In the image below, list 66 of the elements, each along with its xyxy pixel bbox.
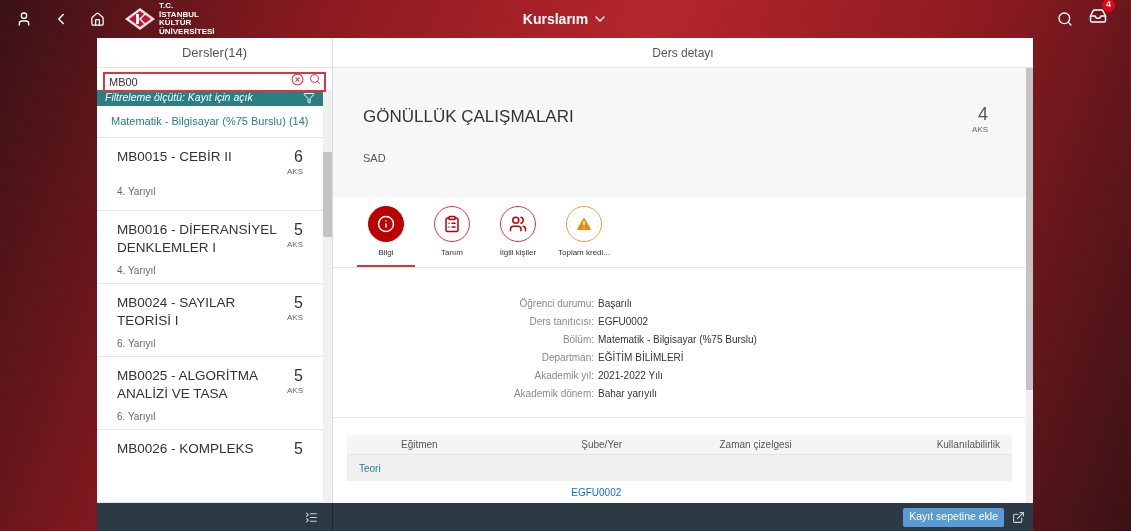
field-label: Bölüm:	[561, 333, 595, 347]
course-title: MB0016 - DİFERANSİYEL DENKLEMLER I	[117, 221, 278, 257]
column-header: Eğitmen	[400, 438, 439, 452]
field-value: EGFU0002	[598, 315, 649, 329]
semester-text: 6. Yarıyıl	[117, 337, 157, 351]
info-icon	[368, 206, 404, 242]
course-subtitle: SAD	[363, 150, 387, 166]
course-title: MB0024 - SAYILAR TEORİSİ I	[117, 294, 237, 330]
semester-text: 4. Yarıyıl	[117, 185, 157, 199]
credit-value: 5	[294, 367, 303, 385]
title-menu[interactable]: Kurslarım	[522, 9, 609, 29]
panel-title: Dersler(14)	[182, 43, 247, 62]
notifications-icon[interactable]	[1089, 6, 1107, 25]
field-label: Departman:	[540, 351, 595, 365]
credit-unit: AKS	[287, 166, 303, 178]
field-label: Akademik yıl:	[533, 369, 595, 383]
group-row-text: Teori	[359, 461, 381, 476]
panel-title: Ders detayı	[652, 44, 714, 62]
search-field[interactable]: MB00	[103, 72, 326, 92]
field-label: Akademik dönem:	[512, 387, 595, 401]
column-header: Kullanılabilirlik	[935, 438, 1001, 452]
logo-icon	[125, 8, 155, 30]
credit-unit: AKS	[287, 239, 303, 251]
logo-text: ÜNİVERSİTESİ	[159, 27, 215, 36]
column-header: Şube/Yer	[580, 438, 624, 452]
filter-icon[interactable]	[303, 91, 315, 104]
credit-value: 4	[978, 104, 988, 124]
home-icon[interactable]	[90, 11, 105, 27]
logo-text: T.C.	[159, 2, 175, 11]
search-icon[interactable]	[309, 73, 321, 85]
semester-text: 4. Yarıyıl	[117, 264, 157, 278]
filter-text: Filtreleme ölçütü: Kayıt için açık	[105, 90, 253, 105]
course-title: MB0026 - KOMPLEKS	[117, 440, 255, 458]
credit-unit: AKS	[972, 124, 988, 136]
field-value: Başarılı	[598, 297, 632, 311]
icon-tab[interactable]: Toplam kredi...	[555, 206, 613, 267]
credit-value: 5	[294, 294, 303, 312]
column-header: Zaman çizelgesi	[718, 438, 793, 452]
field-value: EĞİTİM BİLİMLERİ	[598, 350, 684, 365]
share-icon[interactable]	[1012, 510, 1025, 524]
course-title: MB0015 - CEBİR II	[117, 148, 233, 166]
field-value: Bahar yarıyılı	[598, 387, 657, 401]
credit-unit: AKS	[287, 312, 303, 324]
field-value: 2021-2022 Yılı	[598, 369, 663, 383]
course-title: MB0025 - ALGORİTMA ANALİZİ VE TASA	[117, 367, 259, 403]
field-label: Öğrenci durumu:	[518, 297, 595, 311]
field-value: Matematik - Bilgisayar (%75 Burslu)	[598, 333, 757, 347]
semester-text: 6. Yarıyıl	[117, 410, 157, 424]
icon-tab[interactable]: Tanım	[423, 206, 481, 267]
clear-icon[interactable]	[291, 73, 304, 86]
list-toggle-icon[interactable]	[305, 510, 318, 524]
field-label: Ders tanıtıcısı:	[528, 315, 595, 329]
user-icon[interactable]	[16, 11, 32, 27]
credit-value: 5	[294, 221, 303, 239]
section-link[interactable]: EGFU0002	[513, 485, 680, 500]
icon-tab[interactable]: İlgili kişiler	[489, 206, 547, 267]
notification-badge: 4	[1102, 0, 1115, 12]
logo-text: KÜLTÜR	[159, 19, 193, 27]
credit-value: 5	[294, 440, 303, 458]
group-header: Matematik - Bilgisayar (%75 Burslu) (14)	[111, 114, 309, 130]
icon-tab[interactable]: Bilgi	[357, 206, 415, 267]
logo-text: İSTANBUL	[159, 10, 200, 19]
credit-value: 6	[294, 148, 303, 166]
credit-unit: AKS	[287, 385, 303, 397]
search-icon[interactable]	[1057, 11, 1073, 27]
course-name: GÖNÜLLÜK ÇALIŞMALARI	[363, 106, 574, 128]
